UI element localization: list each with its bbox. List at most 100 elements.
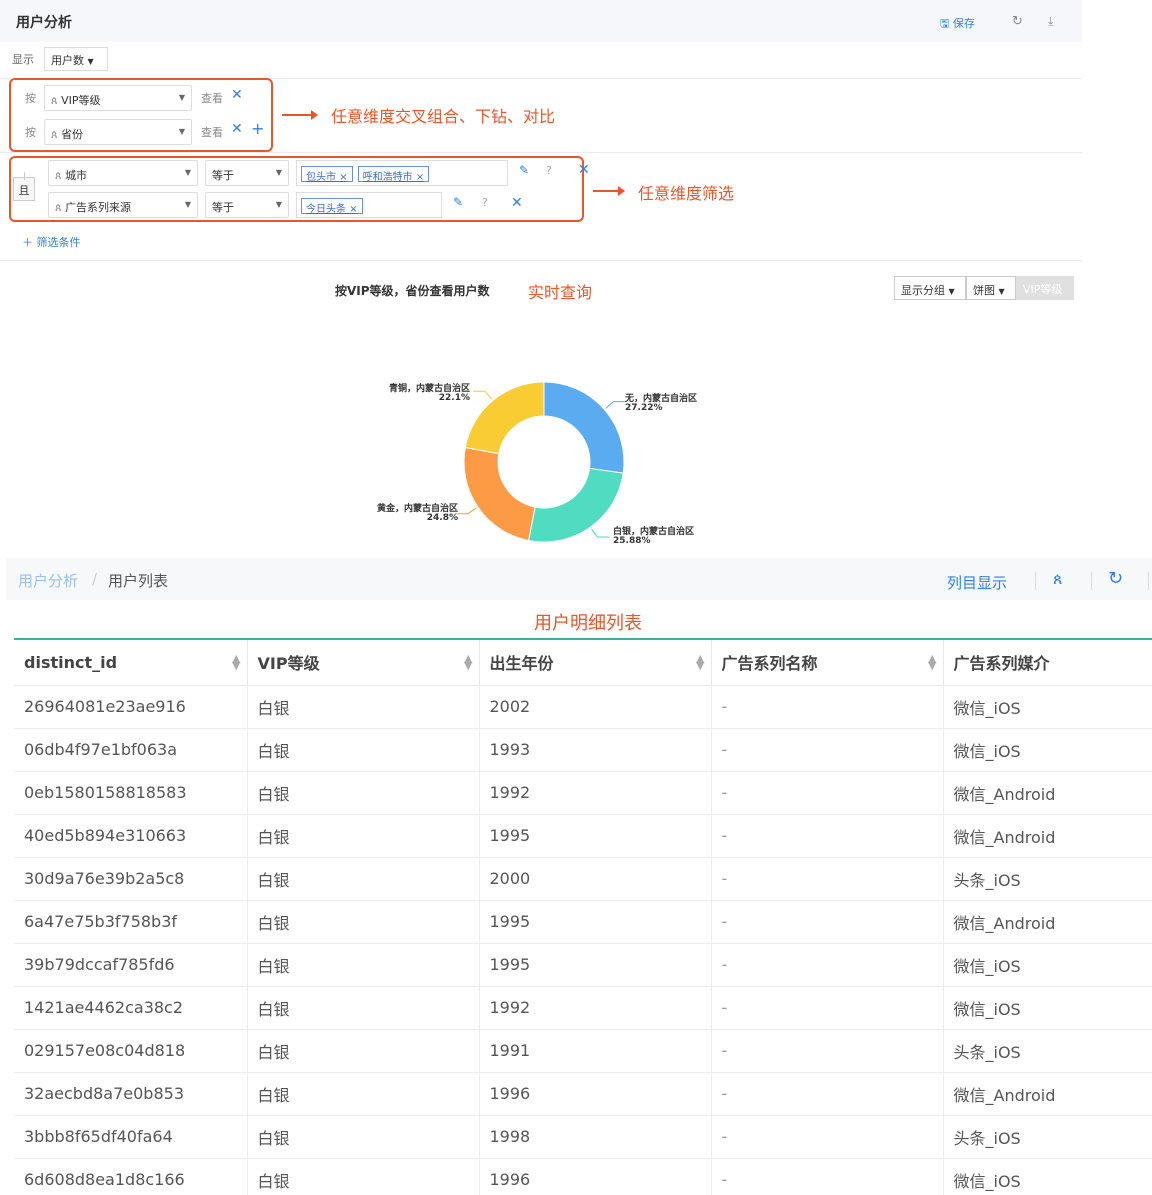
column-header[interactable]: 广告系列媒介 (943, 638, 1152, 686)
table-row[interactable]: 39b79dccaf785fd6 白银 1995- 微信_iOS (14, 943, 1152, 987)
help-icon[interactable]: ? (482, 196, 488, 209)
table-cell: 白银 (247, 1072, 480, 1116)
connector-line (24, 172, 25, 180)
table-cell: 微信_Android (943, 1072, 1152, 1116)
table-row[interactable]: 40ed5b894e310663 白银 1995- 微信_Android (14, 814, 1152, 858)
table-row[interactable]: 06db4f97e1bf063a 白银 1993- 微信_iOS (14, 728, 1152, 772)
filter-dimension-city[interactable]: ጰ 城市 ▼ (48, 160, 198, 186)
user-group-icon[interactable]: ጰ (1053, 569, 1063, 589)
pie-label: 黄金，内蒙古自治区 24.8% (376, 505, 458, 523)
divider (0, 152, 1082, 153)
column-header[interactable]: 广告系列名称 ▲ ▼ (711, 638, 944, 686)
chevron-down-icon: ▼ (998, 287, 1005, 296)
table-row[interactable]: 32aecbd8a7e0b853 白银 1996- 微信_Android (14, 1072, 1152, 1116)
save-button[interactable]: 🖫 保存 (940, 15, 975, 34)
pie-slice[interactable] (464, 381, 545, 455)
sort-icon[interactable]: ▲ ▼ (232, 653, 240, 671)
table-row[interactable]: 3bbb8f65df40fa64 白银 1998- 头条_iOS (14, 1115, 1152, 1159)
add-filter-label: 筛选条件 (36, 236, 81, 249)
group-display-dropdown[interactable]: 显示分组 ▼ (894, 276, 966, 300)
help-icon[interactable]: ? (546, 164, 552, 177)
column-header[interactable]: distinct_id ▲ ▼ (14, 638, 248, 686)
sort-icon[interactable]: ▲ ▼ (696, 653, 704, 671)
close-icon[interactable]: × (349, 204, 357, 215)
filter-dimension-ad-source[interactable]: ጰ 广告系列来源 ▼ (48, 192, 198, 218)
and-toggle[interactable]: 且 (13, 177, 35, 201)
filter-dimension-city-value: 城市 (65, 169, 88, 182)
filter-operator-city[interactable]: 等于 ▼ (205, 160, 289, 186)
groupby-select-province-value: 省份 (61, 128, 84, 141)
pie-label-value: 24.8% (426, 513, 458, 523)
remove-icon[interactable]: ✕ (578, 162, 590, 178)
pie-leader-line (605, 401, 626, 409)
table-cell: 26964081e23ae916 (14, 685, 248, 729)
column-header[interactable]: VIP等级 ▲ ▼ (247, 638, 480, 686)
chevron-down-icon: ▼ (178, 127, 185, 136)
remove-icon[interactable]: ✕ (231, 121, 243, 137)
breadcrumb-parent-link[interactable]: 用户分析 (18, 570, 78, 591)
chart-type-dropdown[interactable]: 饼图 ▼ (966, 276, 1016, 300)
remove-icon[interactable]: ✕ (511, 195, 523, 211)
filter-values-ad-source[interactable]: 今日头条 × (296, 192, 442, 218)
save-icon: 🖫 (940, 17, 950, 30)
table-cell: 微信_iOS (943, 728, 1152, 772)
table-cell: 白银 (247, 943, 480, 987)
table-cell: 1996 (479, 1158, 712, 1195)
table-row[interactable]: 30d9a76e39b2a5c8 白银 2000- 头条_iOS (14, 857, 1152, 901)
filter-annotation: 任意维度筛选 (638, 184, 735, 203)
table-cell: 白银 (247, 900, 480, 944)
vip-level-button[interactable]: VIP等级 (1016, 276, 1074, 300)
pie-slice[interactable] (527, 467, 624, 543)
table-cell: - (711, 857, 944, 901)
edit-icon[interactable]: ✎ (519, 163, 529, 177)
sort-icon[interactable]: ▲ ▼ (464, 653, 472, 671)
column-display-button[interactable]: 列目显示 (947, 572, 1007, 593)
table-row[interactable]: 0eb1580158818583 白银 1992- 微信_Android (14, 771, 1152, 815)
metric-select[interactable]: 用户数 ▼ (44, 47, 108, 71)
table-row[interactable]: 6a47e75b3f758b3f 白银 1995- 微信_Android (14, 900, 1152, 944)
pie-leader-line (455, 507, 477, 515)
table-cell: 1996 (479, 1072, 712, 1116)
table-cell: 微信_iOS (943, 1158, 1152, 1195)
chevron-down-icon: ▼ (275, 168, 282, 177)
close-icon[interactable]: × (339, 172, 347, 183)
groupby-select-vip-value: VIP等级 (61, 94, 101, 107)
remove-icon[interactable]: ✕ (231, 87, 243, 103)
edit-icon[interactable]: ✎ (453, 195, 463, 209)
table-cell: 白银 (247, 728, 480, 772)
column-header-label: VIP等级 (257, 654, 320, 674)
divider (1035, 572, 1036, 590)
table-cell: 头条_iOS (943, 1029, 1152, 1073)
pie-label-value: 27.22% (625, 403, 663, 413)
view-link[interactable]: 查看 (201, 124, 223, 140)
filter-tag: 呼和浩特市 × (357, 166, 430, 183)
dimension-icon: ጰ (55, 201, 62, 214)
filter-operator-ad-source[interactable]: 等于 ▼ (205, 192, 289, 218)
refresh-icon[interactable]: ↻ (1012, 14, 1023, 29)
view-link[interactable]: 查看 (201, 90, 223, 106)
pie-leader-line (473, 390, 492, 400)
groupby-select-province[interactable]: ጰ 省份 ▼ (44, 119, 192, 145)
save-label: 保存 (952, 17, 975, 30)
table-cell: 微信_Android (943, 900, 1152, 944)
add-groupby-icon[interactable]: + (251, 119, 264, 138)
download-icon[interactable]: ⤓ (1048, 14, 1053, 29)
add-filter-button[interactable]: ＋ 筛选条件 (22, 234, 81, 250)
table-cell: 头条_iOS (943, 1115, 1152, 1159)
pie-slice[interactable] (463, 446, 536, 542)
table-row[interactable]: 6d608d8ea1d8c166 白银 1996- 微信_iOS (14, 1158, 1152, 1195)
chevron-down-icon: ▼ (87, 57, 94, 66)
close-icon[interactable]: × (416, 172, 424, 183)
filter-values-city[interactable]: 包头市 × 呼和浩特市 × (296, 160, 508, 186)
pie-slice[interactable] (543, 381, 625, 474)
table-row[interactable]: 1421ae4462ca38c2 白银 1992- 微信_iOS (14, 986, 1152, 1030)
column-header[interactable]: 出生年份 ▲ ▼ (479, 638, 712, 686)
refresh-icon[interactable]: ↻ (1108, 568, 1123, 589)
column-header-label: 广告系列媒介 (953, 654, 1050, 674)
table-row[interactable]: 26964081e23ae916 白银 2002- 微信_iOS (14, 685, 1152, 729)
table-cell: 1421ae4462ca38c2 (14, 986, 248, 1030)
groupby-select-vip[interactable]: ጰ VIP等级 ▼ (44, 85, 192, 111)
table-row[interactable]: 029157e08c04d818 白银 1991- 头条_iOS (14, 1029, 1152, 1073)
column-header-label: 出生年份 (489, 654, 554, 674)
sort-icon[interactable]: ▲ ▼ (928, 653, 936, 671)
